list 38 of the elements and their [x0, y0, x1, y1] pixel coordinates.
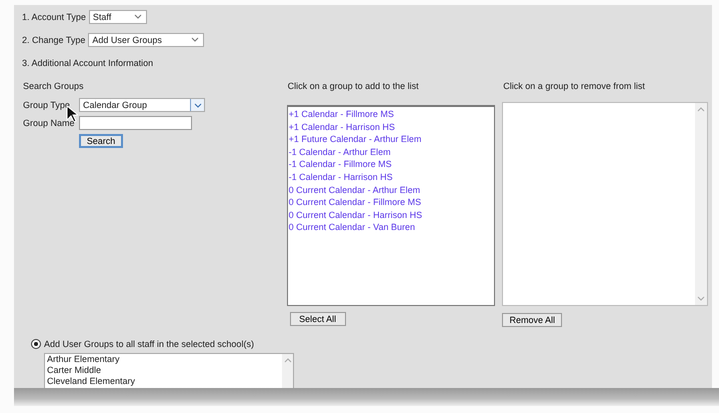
school-list-item[interactable]: Carter Middle [47, 365, 102, 376]
select-all-button[interactable]: Select All [290, 312, 346, 326]
group-list-item[interactable]: 0 Current Calendar - Arthur Elem [288, 184, 494, 196]
chevron-icon [194, 102, 202, 108]
account-type-label: 1. Account Type [22, 12, 86, 22]
scroll-up-icon [284, 358, 292, 363]
scroll-up-icon [697, 107, 706, 112]
group-list-item[interactable]: -1 Calendar - Fillmore MS [288, 158, 494, 171]
search-button[interactable]: Search [79, 134, 123, 148]
group-list-item[interactable]: 0 Current Calendar - Van Buren [288, 221, 494, 234]
group-list-item[interactable]: -1 Calendar - Arthur Elem [288, 146, 494, 158]
group-list-item[interactable]: 0 Current Calendar - Harrison HS [288, 208, 494, 222]
group-type-label: Group Type [22, 100, 71, 110]
group-name-input[interactable] [79, 116, 192, 130]
school-list-item[interactable]: Cleveland Elementary [47, 376, 136, 387]
section-title: 3. Additional Account Information [22, 58, 154, 68]
chevron-icon [134, 14, 142, 19]
account-type-dropdown[interactable]: Staff [88, 10, 147, 24]
group-type-dropdown[interactable]: Calendar Group [79, 98, 205, 112]
radio-label: Add User Groups to all staff in the selected school(s) [44, 339, 254, 349]
group-list-item[interactable]: +1 Calendar - Harrison HS [288, 120, 494, 134]
remove-all-button[interactable]: Remove All [502, 313, 562, 327]
scroll-down-icon [697, 296, 706, 301]
group-list-item[interactable]: +1 Calendar - Fillmore MS [288, 108, 494, 121]
scrollbar[interactable] [695, 103, 708, 305]
change-type-dropdown[interactable]: Add User Groups [88, 32, 204, 46]
chevron-icon [191, 37, 200, 42]
change-type-label: 2. Change Type [22, 34, 86, 44]
school-list-item[interactable]: Arthur Elementary [47, 354, 120, 365]
group-list-item[interactable]: 0 Current Calendar - Fillmore MS [288, 196, 494, 209]
remove-list-heading: Click on a group to remove from list [503, 80, 646, 93]
group-list-item[interactable]: +1 Future Calendar - Arthur Elem [288, 133, 494, 146]
scrollbar[interactable] [282, 354, 293, 388]
radio-button[interactable] [31, 339, 41, 349]
search-groups-heading: Search Groups [23, 80, 85, 93]
add-list-heading: Click on a group to add to the list [288, 80, 420, 93]
group-list-item[interactable]: -1 Calendar - Harrison HS [288, 170, 494, 184]
group-name-label: Group Name [22, 118, 76, 128]
